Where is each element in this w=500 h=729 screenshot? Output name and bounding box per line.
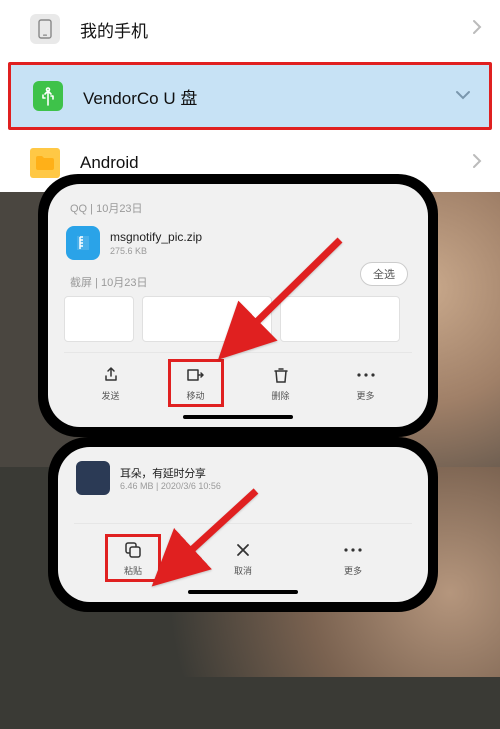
row-label: VendorCo U 盘 bbox=[83, 84, 455, 109]
toolbar-label: 更多 bbox=[344, 564, 362, 577]
toolbar-label: 删除 bbox=[271, 389, 289, 402]
chevron-right-icon bbox=[472, 153, 482, 174]
storage-list: 我的手机 VendorCo U 盘 Android bbox=[0, 0, 500, 192]
more-button[interactable]: 更多 bbox=[325, 539, 381, 577]
action-toolbar: 发送 移动 删除 更多 bbox=[64, 352, 412, 409]
row-label: Android bbox=[80, 153, 472, 173]
home-indicator bbox=[188, 590, 298, 594]
toolbar-label: 更多 bbox=[356, 389, 374, 402]
delete-button[interactable]: 删除 bbox=[253, 364, 309, 402]
phone-mockup: 耳朵，有延时分享 6.46 MB | 2020/3/6 10:56 粘贴 取消 … bbox=[48, 437, 438, 612]
thumbnail[interactable] bbox=[280, 296, 400, 342]
select-all-button[interactable]: 全选 bbox=[360, 262, 408, 286]
zip-icon bbox=[66, 226, 100, 260]
folder-icon bbox=[30, 148, 60, 178]
section-header: QQ | 10月23日 bbox=[70, 200, 412, 216]
cancel-button[interactable]: 取消 bbox=[215, 539, 271, 577]
close-icon bbox=[232, 539, 254, 561]
more-button[interactable]: 更多 bbox=[338, 364, 394, 402]
thumbnail[interactable] bbox=[142, 296, 272, 342]
paste-button[interactable]: 粘贴 bbox=[105, 534, 161, 582]
chevron-down-icon bbox=[455, 87, 471, 105]
chevron-right-icon bbox=[472, 19, 482, 40]
phone-icon bbox=[30, 14, 60, 44]
usb-icon bbox=[33, 81, 63, 111]
trash-icon bbox=[270, 364, 292, 386]
file-row-zip[interactable]: msgnotify_pic.zip 275.6 KB bbox=[64, 222, 412, 264]
toolbar-label: 取消 bbox=[234, 564, 252, 577]
file-name: msgnotify_pic.zip bbox=[110, 230, 202, 244]
share-icon bbox=[100, 364, 122, 386]
file-name: 耳朵，有延时分享 bbox=[120, 465, 221, 481]
file-meta: 6.46 MB | 2020/3/6 10:56 bbox=[120, 481, 221, 491]
thumbnail[interactable] bbox=[64, 296, 134, 342]
toolbar-label: 移动 bbox=[186, 389, 204, 402]
move-icon bbox=[185, 364, 207, 386]
more-icon bbox=[355, 364, 377, 386]
move-button[interactable]: 移动 bbox=[168, 359, 224, 407]
audio-thumb bbox=[76, 461, 110, 495]
paste-icon bbox=[122, 539, 144, 561]
paste-toolbar: 粘贴 取消 更多 bbox=[74, 523, 412, 584]
tutorial-step-move: QQ | 10月23日 msgnotify_pic.zip 275.6 KB 截… bbox=[0, 192, 500, 467]
row-usb-drive[interactable]: VendorCo U 盘 bbox=[8, 62, 492, 130]
tutorial-step-paste: 耳朵，有延时分享 6.46 MB | 2020/3/6 10:56 粘贴 取消 … bbox=[0, 467, 500, 677]
file-row-audio[interactable]: 耳朵，有延时分享 6.46 MB | 2020/3/6 10:56 bbox=[74, 459, 412, 497]
file-size: 275.6 KB bbox=[110, 246, 202, 256]
more-icon bbox=[342, 539, 364, 561]
send-button[interactable]: 发送 bbox=[83, 364, 139, 402]
screenshot-thumbs bbox=[64, 296, 412, 342]
phone-mockup: QQ | 10月23日 msgnotify_pic.zip 275.6 KB 截… bbox=[38, 174, 438, 437]
home-indicator bbox=[183, 415, 293, 419]
toolbar-label: 发送 bbox=[101, 389, 119, 402]
toolbar-label: 粘贴 bbox=[124, 564, 142, 577]
row-label: 我的手机 bbox=[80, 17, 472, 42]
row-my-phone[interactable]: 我的手机 bbox=[0, 0, 500, 58]
